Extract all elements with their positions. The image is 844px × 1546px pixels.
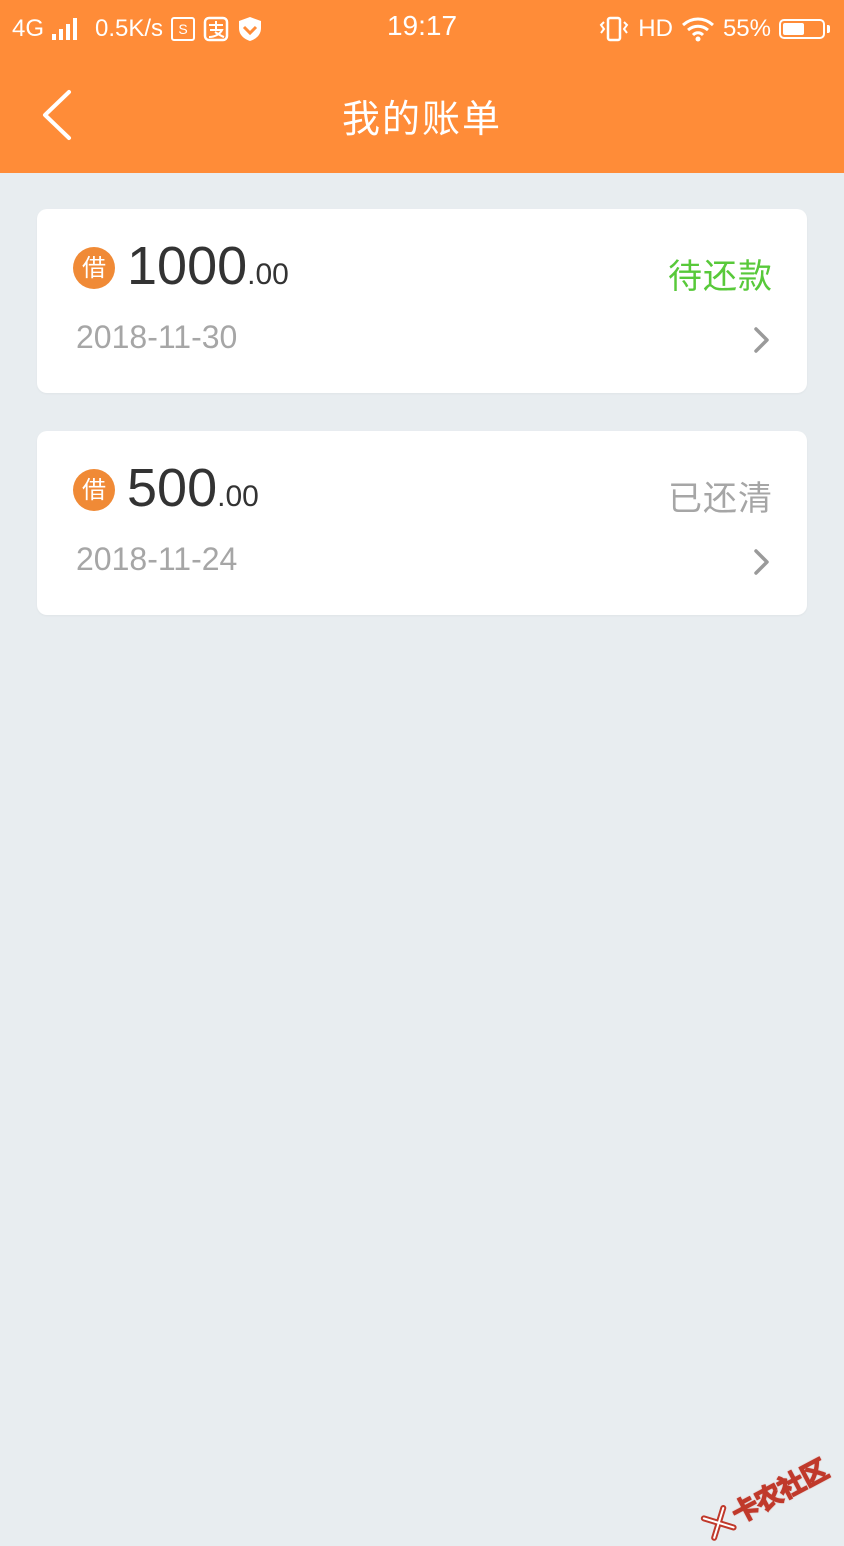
watermark-text: 卡农社区 <box>727 1454 834 1531</box>
bill-amount: 500.00 <box>127 457 259 519</box>
bill-status: 已还清 <box>668 479 773 519</box>
status-left: 4G 0.5K/s S <box>12 12 263 46</box>
loan-badge: 借 <box>73 469 115 511</box>
chevron-right-icon <box>754 327 769 353</box>
bill-card[interactable]: 借 500.00 已还清 2018-11-24 <box>37 431 807 615</box>
watermark: 卡农社区 <box>697 1449 834 1546</box>
amount-decimal: .00 <box>247 258 289 291</box>
page-title: 我的账单 <box>341 97 502 141</box>
vibrate-icon <box>599 16 629 42</box>
battery-body <box>779 19 825 39</box>
hd-indicator: HD <box>638 15 673 42</box>
back-button[interactable] <box>26 80 86 150</box>
battery-fill <box>783 23 804 35</box>
shield-icon <box>239 17 262 41</box>
amount-decimal: .00 <box>217 480 259 513</box>
chevron-right-icon <box>754 549 769 575</box>
app-alipay-icon <box>203 16 229 42</box>
network-speed: 0.5K/s <box>95 15 164 42</box>
amount-integer: 500 <box>127 458 218 518</box>
app-s-icon: S <box>171 17 196 41</box>
signal-icon <box>52 18 78 40</box>
bill-list: 借 1000.00 待还款 2018-11-30 借 500.00 已还清 20… <box>37 209 807 653</box>
bill-amount: 1000.00 <box>127 235 289 297</box>
loan-badge: 借 <box>73 247 115 289</box>
battery-tip <box>827 25 830 33</box>
chevron-left-icon <box>43 90 71 140</box>
status-right: HD 55% <box>598 12 830 46</box>
app-s-icon-glyph: S <box>178 21 188 37</box>
bill-status: 待还款 <box>668 257 773 297</box>
battery-icon <box>779 19 830 39</box>
nav-bar: 我的账单 <box>0 60 844 173</box>
bill-card[interactable]: 借 1000.00 待还款 2018-11-30 <box>37 209 807 393</box>
bill-date: 2018-11-30 <box>76 319 238 355</box>
amount-integer: 1000 <box>127 236 248 296</box>
wifi-icon <box>681 17 714 42</box>
bill-date: 2018-11-24 <box>76 541 238 577</box>
network-type: 4G <box>12 15 45 42</box>
battery-percent: 55% <box>722 15 771 42</box>
status-bar: 4G 0.5K/s S 19:17 HD 55% <box>0 0 844 60</box>
